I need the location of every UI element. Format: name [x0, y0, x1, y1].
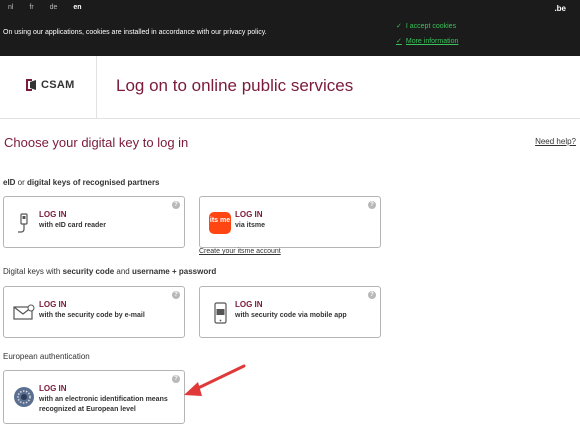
page-title: Log on to online public services — [116, 76, 354, 95]
card-title: LOG IN — [39, 384, 67, 393]
login-itsme-card[interactable]: ? its me LOG IN via itsme — [199, 196, 381, 248]
accept-cookies-button[interactable]: ✓ I accept cookies — [396, 22, 456, 30]
card-subtitle: with the security code by e-mail — [39, 312, 145, 319]
be-domain-label: .be — [554, 4, 566, 13]
top-bar: nl fr de en .be On using our application… — [0, 0, 580, 56]
card-reader-icon — [18, 213, 28, 233]
envelope-icon — [13, 304, 35, 320]
help-icon[interactable]: ? — [172, 291, 180, 299]
help-icon[interactable]: ? — [172, 201, 180, 209]
csam-logo-icon — [26, 79, 36, 91]
more-information-label: More information — [405, 38, 459, 45]
eu-stars-icon — [14, 387, 34, 407]
login-mobile-app-card[interactable]: ? LOG IN with security code via mobile a… — [199, 286, 381, 338]
lang-fr[interactable]: fr — [29, 4, 33, 11]
mobile-app-icon — [214, 302, 227, 324]
check-icon: ✓ — [396, 23, 402, 30]
logo-text: CSAM — [41, 79, 75, 91]
red-arrow-annotation — [184, 364, 246, 396]
card-title: LOG IN — [235, 300, 263, 309]
section-security-part: Digital keys with — [3, 267, 63, 276]
page-header: CSAM Log on to online public services — [0, 56, 580, 119]
section-eid-part: or — [15, 178, 28, 187]
card-subtitle: with an electronic identification means … — [39, 396, 168, 413]
card-subtitle: via itsme — [235, 222, 265, 229]
section-security-part: username + password — [131, 267, 217, 276]
choose-key-heading: Choose your digital key to log in — [4, 135, 189, 150]
card-title: LOG IN — [235, 210, 263, 219]
help-icon[interactable]: ? — [172, 375, 180, 383]
login-eid-card[interactable]: ? LOG IN with eID card reader — [3, 196, 185, 248]
section-security-code-heading: Digital keys with security code and user… — [3, 267, 216, 276]
check-icon: ✓ — [396, 38, 402, 45]
create-itsme-account-link[interactable]: Create your itsme account — [199, 248, 281, 255]
section-security-part: and — [114, 267, 132, 276]
login-european-card[interactable]: ? LOG IN with an electronic identificati… — [3, 370, 185, 424]
section-european-heading: European authentication — [3, 352, 90, 361]
accept-cookies-label: I accept cookies — [405, 23, 457, 30]
need-help-link[interactable]: Need help? — [535, 137, 576, 146]
itsme-logo-word: its me — [210, 217, 230, 224]
itsme-icon: its me — [209, 212, 231, 234]
section-security-part: security code — [62, 267, 115, 276]
help-icon[interactable]: ? — [368, 201, 376, 209]
card-subtitle: with security code via mobile app — [235, 312, 347, 319]
cookie-notice: On using our applications, cookies are i… — [3, 29, 267, 36]
logo-container: CSAM — [0, 56, 97, 118]
language-switcher: nl fr de en — [8, 4, 96, 11]
section-eid-heading: eID or digital keys of recognised partne… — [3, 178, 160, 187]
lang-de[interactable]: de — [50, 4, 58, 11]
section-eid-part: eID — [3, 178, 16, 187]
card-title: LOG IN — [39, 210, 67, 219]
card-subtitle: with eID card reader — [39, 222, 106, 229]
login-email-code-card[interactable]: ? LOG IN with the security code by e-mai… — [3, 286, 185, 338]
section-eid-part: digital keys of recognised partners — [27, 178, 160, 187]
csam-logo[interactable]: CSAM — [24, 78, 75, 92]
more-information-link[interactable]: ✓ More information — [396, 37, 458, 45]
lang-nl[interactable]: nl — [8, 4, 13, 11]
card-title: LOG IN — [39, 300, 67, 309]
lang-en[interactable]: en — [73, 4, 81, 11]
help-icon[interactable]: ? — [368, 291, 376, 299]
